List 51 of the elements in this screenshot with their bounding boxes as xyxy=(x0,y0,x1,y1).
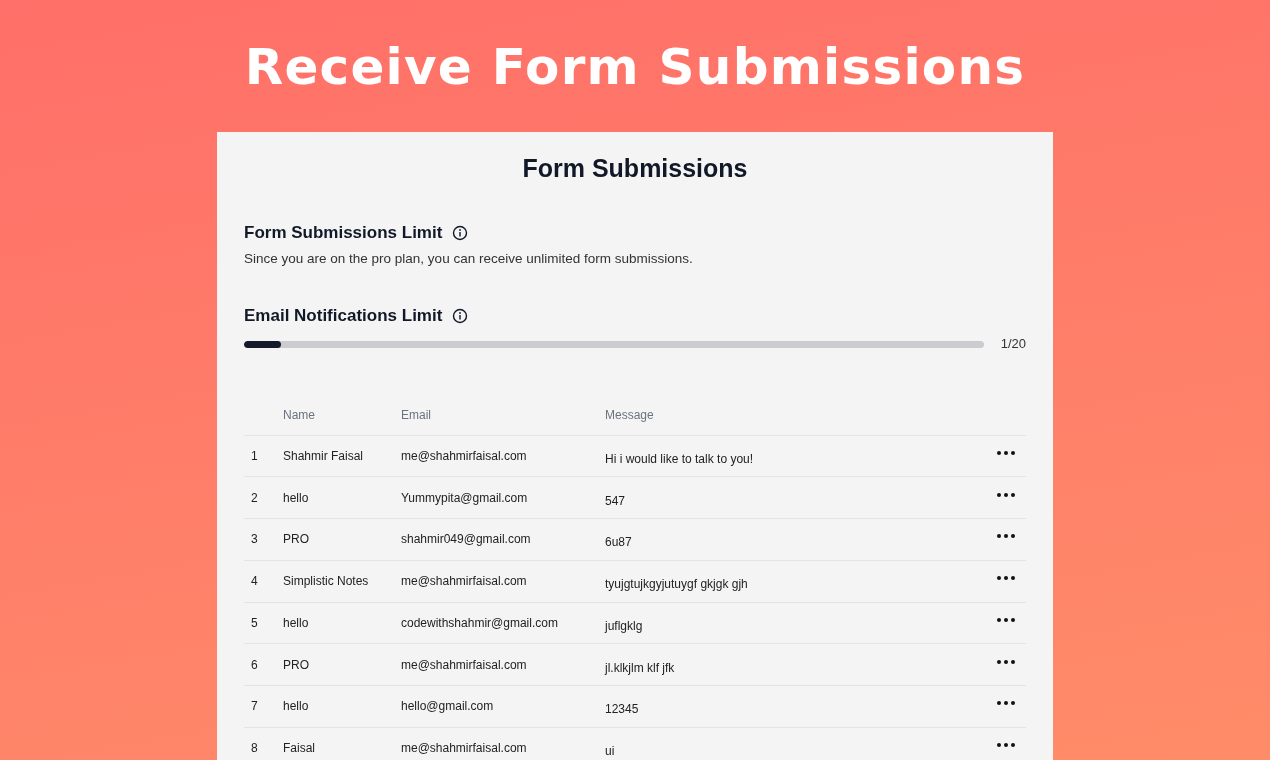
row-number: 5 xyxy=(251,615,258,630)
column-header: Message xyxy=(605,408,654,423)
row-number: 4 xyxy=(251,574,258,589)
more-icon xyxy=(997,701,1015,706)
table-cell: me@shahmirfaisal.com xyxy=(401,574,527,589)
table-cell: hello xyxy=(283,490,309,505)
section-title: Email Notifications Limit xyxy=(244,304,443,327)
row-number: 1 xyxy=(251,449,258,464)
row-number: 2 xyxy=(251,490,258,505)
headline: Receive Form Submissions xyxy=(244,37,1026,98)
table-cell: shahmir049@gmail.com xyxy=(401,532,531,547)
column-header: Email xyxy=(401,408,431,423)
more-icon xyxy=(997,742,1015,747)
table-cell: hello xyxy=(283,699,309,714)
section-description: Since you are on the pro plan, you can receive unlimited form submissions. xyxy=(244,249,694,268)
table-cell: PRO xyxy=(283,532,309,547)
info-icon[interactable] xyxy=(452,224,469,241)
more-icon xyxy=(997,492,1015,497)
table-cell: tyujgtujkgyjutuygf gkjgk gjh xyxy=(605,577,748,592)
panel-title: Form Submissions xyxy=(522,153,748,184)
table-cell: Faisal xyxy=(283,740,315,755)
column-header: Name xyxy=(283,408,315,423)
table-cell: me@shahmirfaisal.com xyxy=(401,740,527,755)
table-cell: 12345 xyxy=(605,702,639,717)
table-cell: juflgklg xyxy=(605,618,643,633)
more-icon xyxy=(997,659,1015,664)
section-title: Form Submissions Limit xyxy=(244,222,443,244)
table-cell: Yummypita@gmail.com xyxy=(401,490,528,505)
table-cell: hello@gmail.com xyxy=(401,699,494,714)
row-number: 3 xyxy=(251,532,258,547)
info-icon[interactable] xyxy=(452,307,469,324)
table-cell: me@shahmirfaisal.com xyxy=(401,449,527,464)
row-number: 7 xyxy=(251,699,258,714)
more-icon xyxy=(997,451,1015,456)
table-cell: Simplistic Notes xyxy=(283,574,369,589)
table-cell: me@shahmirfaisal.com xyxy=(401,657,527,672)
more-icon xyxy=(997,617,1015,622)
row-number: 6 xyxy=(251,657,258,672)
table-cell: hello xyxy=(283,615,309,630)
table-cell: PRO xyxy=(283,657,309,672)
table-cell: Hi i would like to talk to you! xyxy=(605,452,754,467)
more-icon xyxy=(997,576,1015,581)
row-number: 8 xyxy=(251,740,258,755)
table-cell: jl.klkjlm klf jfk xyxy=(605,660,675,675)
table-cell: 6u87 xyxy=(605,535,632,550)
table-cell: Shahmir Faisal xyxy=(283,449,364,464)
table-cell: codewithshahmir@gmail.com xyxy=(401,615,558,630)
progress-reading: 1/20 xyxy=(1000,335,1026,354)
table-cell: ui xyxy=(605,743,615,758)
more-icon xyxy=(997,534,1015,539)
table-cell: 547 xyxy=(605,493,626,508)
